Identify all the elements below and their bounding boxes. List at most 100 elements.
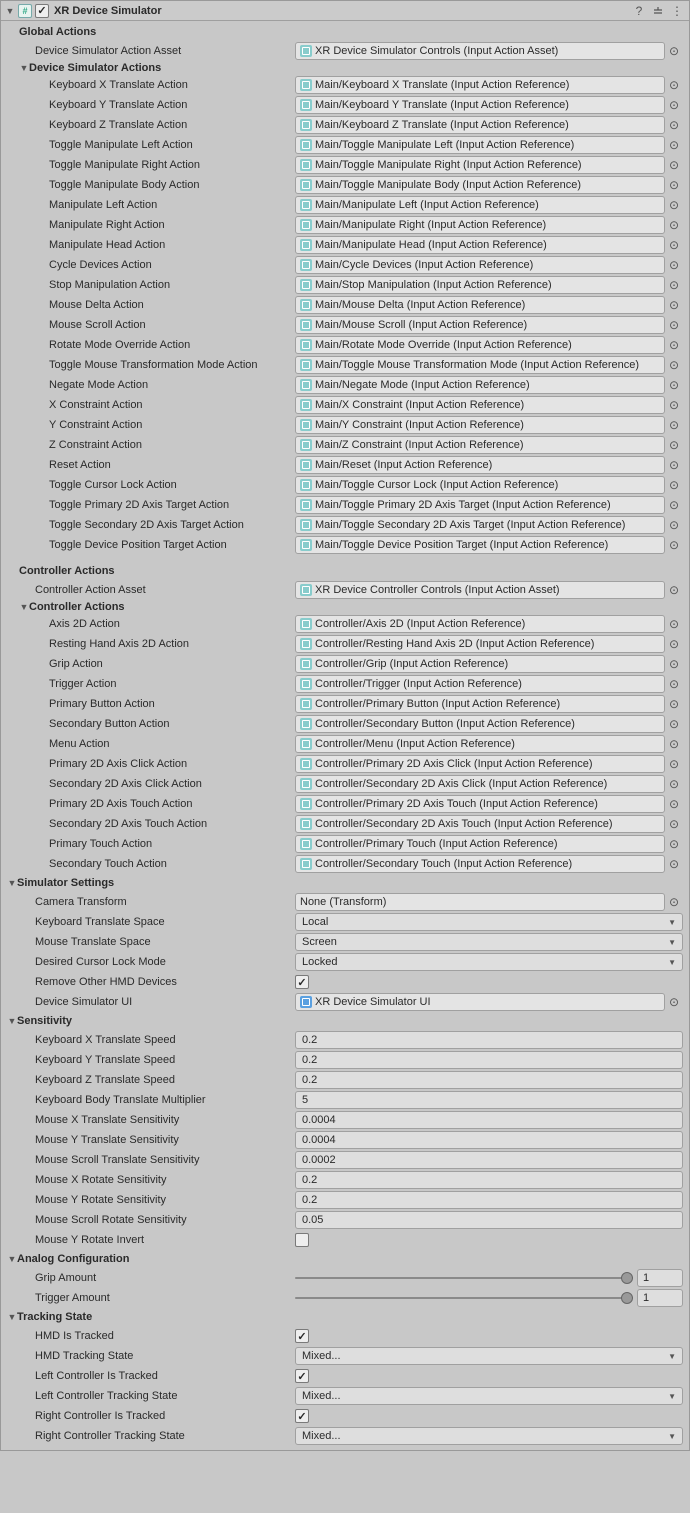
object-picker-icon[interactable]: ⊙ <box>665 456 683 474</box>
checkbox[interactable] <box>295 1409 309 1423</box>
object-field[interactable]: Main/Rotate Mode Override (Input Action … <box>295 336 665 354</box>
object-field[interactable]: Controller/Primary Touch (Input Action R… <box>295 835 665 853</box>
object-field[interactable]: Controller/Resting Hand Axis 2D (Input A… <box>295 635 665 653</box>
object-field[interactable]: Main/Mouse Scroll (Input Action Referenc… <box>295 316 665 334</box>
controller-actions-foldout[interactable]: ▼ Controller Actions <box>5 600 685 614</box>
object-picker-icon[interactable]: ⊙ <box>665 356 683 374</box>
object-picker-icon[interactable]: ⊙ <box>665 655 683 673</box>
object-field[interactable]: Main/Toggle Cursor Lock (Input Action Re… <box>295 476 665 494</box>
dropdown[interactable]: Mixed...▼ <box>295 1387 683 1405</box>
checkbox[interactable] <box>295 975 309 989</box>
object-field[interactable]: Main/Toggle Primary 2D Axis Target (Inpu… <box>295 496 665 514</box>
number-field[interactable]: 0.0004 <box>295 1131 683 1149</box>
object-field[interactable]: Main/Reset (Input Action Reference) <box>295 456 665 474</box>
object-field[interactable]: Main/Manipulate Head (Input Action Refer… <box>295 236 665 254</box>
simulator-settings-foldout[interactable]: ▼ Simulator Settings <box>5 874 685 892</box>
object-field[interactable]: Controller/Primary Button (Input Action … <box>295 695 665 713</box>
object-picker-icon[interactable]: ⊙ <box>665 735 683 753</box>
tracking-state-foldout[interactable]: ▼ Tracking State <box>5 1308 685 1326</box>
object-picker-icon[interactable]: ⊙ <box>665 316 683 334</box>
object-field[interactable]: Controller/Primary 2D Axis Click (Input … <box>295 755 665 773</box>
object-picker-icon[interactable]: ⊙ <box>665 855 683 873</box>
object-field[interactable]: Main/Stop Manipulation (Input Action Ref… <box>295 276 665 294</box>
object-field[interactable]: Main/Toggle Secondary 2D Axis Target (In… <box>295 516 665 534</box>
object-picker-icon[interactable]: ⊙ <box>665 96 683 114</box>
number-field[interactable]: 0.2 <box>295 1031 683 1049</box>
object-field[interactable]: Controller/Axis 2D (Input Action Referen… <box>295 615 665 633</box>
dropdown[interactable]: Local▼ <box>295 913 683 931</box>
enable-checkbox[interactable] <box>35 4 49 18</box>
object-field[interactable]: Main/Keyboard Y Translate (Input Action … <box>295 96 665 114</box>
slider[interactable] <box>295 1277 633 1279</box>
object-picker-icon[interactable]: ⊙ <box>665 196 683 214</box>
dropdown[interactable]: Mixed...▼ <box>295 1347 683 1365</box>
object-picker-icon[interactable]: ⊙ <box>665 376 683 394</box>
analog-config-foldout[interactable]: ▼ Analog Configuration <box>5 1250 685 1268</box>
object-field[interactable]: Main/Keyboard Z Translate (Input Action … <box>295 116 665 134</box>
object-picker-icon[interactable]: ⊙ <box>665 695 683 713</box>
object-field[interactable]: Main/Toggle Manipulate Right (Input Acti… <box>295 156 665 174</box>
number-field[interactable]: 0.0004 <box>295 1111 683 1129</box>
object-field[interactable]: Main/Toggle Manipulate Body (Input Actio… <box>295 176 665 194</box>
foldout-arrow-icon[interactable]: ▼ <box>5 6 15 16</box>
number-field[interactable]: 1 <box>637 1269 683 1287</box>
object-field[interactable]: Controller/Menu (Input Action Reference) <box>295 735 665 753</box>
object-picker-icon[interactable]: ⊙ <box>665 336 683 354</box>
dropdown[interactable]: Mixed...▼ <box>295 1427 683 1445</box>
object-picker-icon[interactable]: ⊙ <box>665 116 683 134</box>
object-picker-icon[interactable]: ⊙ <box>665 276 683 294</box>
object-field[interactable]: Main/Manipulate Left (Input Action Refer… <box>295 196 665 214</box>
number-field[interactable]: 5 <box>295 1091 683 1109</box>
dropdown[interactable]: Locked▼ <box>295 953 683 971</box>
object-field[interactable]: None (Transform) <box>295 893 665 911</box>
number-field[interactable]: 0.2 <box>295 1191 683 1209</box>
object-field[interactable]: Main/Y Constraint (Input Action Referenc… <box>295 416 665 434</box>
dropdown[interactable]: Screen▼ <box>295 933 683 951</box>
checkbox[interactable] <box>295 1369 309 1383</box>
object-picker-icon[interactable]: ⊙ <box>665 581 683 599</box>
slider-knob[interactable] <box>621 1292 633 1304</box>
object-picker-icon[interactable]: ⊙ <box>665 675 683 693</box>
number-field[interactable]: 1 <box>637 1289 683 1307</box>
object-field[interactable]: Main/Negate Mode (Input Action Reference… <box>295 376 665 394</box>
slider-knob[interactable] <box>621 1272 633 1284</box>
object-field[interactable]: Controller/Grip (Input Action Reference) <box>295 655 665 673</box>
object-picker-icon[interactable]: ⊙ <box>665 993 683 1011</box>
object-picker-icon[interactable]: ⊙ <box>665 795 683 813</box>
object-field[interactable]: Controller/Secondary 2D Axis Click (Inpu… <box>295 775 665 793</box>
object-field[interactable]: Controller/Secondary 2D Axis Touch (Inpu… <box>295 815 665 833</box>
preset-icon[interactable] <box>650 3 666 19</box>
object-picker-icon[interactable]: ⊙ <box>665 815 683 833</box>
object-picker-icon[interactable]: ⊙ <box>665 835 683 853</box>
object-field[interactable]: XR Device Controller Controls (Input Act… <box>295 581 665 599</box>
object-picker-icon[interactable]: ⊙ <box>665 476 683 494</box>
object-picker-icon[interactable]: ⊙ <box>665 176 683 194</box>
object-picker-icon[interactable]: ⊙ <box>665 396 683 414</box>
object-picker-icon[interactable]: ⊙ <box>665 76 683 94</box>
object-picker-icon[interactable]: ⊙ <box>665 256 683 274</box>
object-picker-icon[interactable]: ⊙ <box>665 216 683 234</box>
object-field[interactable]: Controller/Secondary Button (Input Actio… <box>295 715 665 733</box>
object-picker-icon[interactable]: ⊙ <box>665 416 683 434</box>
object-picker-icon[interactable]: ⊙ <box>665 536 683 554</box>
object-picker-icon[interactable]: ⊙ <box>665 516 683 534</box>
object-picker-icon[interactable]: ⊙ <box>665 715 683 733</box>
sensitivity-foldout[interactable]: ▼ Sensitivity <box>5 1012 685 1030</box>
object-field[interactable]: Controller/Trigger (Input Action Referen… <box>295 675 665 693</box>
help-icon[interactable]: ? <box>631 3 647 19</box>
object-picker-icon[interactable]: ⊙ <box>665 136 683 154</box>
number-field[interactable]: 0.05 <box>295 1211 683 1229</box>
object-field[interactable]: Main/Toggle Device Position Target (Inpu… <box>295 536 665 554</box>
object-picker-icon[interactable]: ⊙ <box>665 496 683 514</box>
object-picker-icon[interactable]: ⊙ <box>665 615 683 633</box>
checkbox[interactable] <box>295 1233 309 1247</box>
object-picker-icon[interactable]: ⊙ <box>665 296 683 314</box>
context-menu-icon[interactable]: ⋮ <box>669 3 685 19</box>
object-picker-icon[interactable]: ⊙ <box>665 156 683 174</box>
object-field[interactable]: Main/Toggle Manipulate Left (Input Actio… <box>295 136 665 154</box>
number-field[interactable]: 0.2 <box>295 1171 683 1189</box>
object-field[interactable]: Controller/Secondary Touch (Input Action… <box>295 855 665 873</box>
object-field[interactable]: Main/Keyboard X Translate (Input Action … <box>295 76 665 94</box>
object-field[interactable]: Main/Mouse Delta (Input Action Reference… <box>295 296 665 314</box>
object-picker-icon[interactable]: ⊙ <box>665 893 683 911</box>
